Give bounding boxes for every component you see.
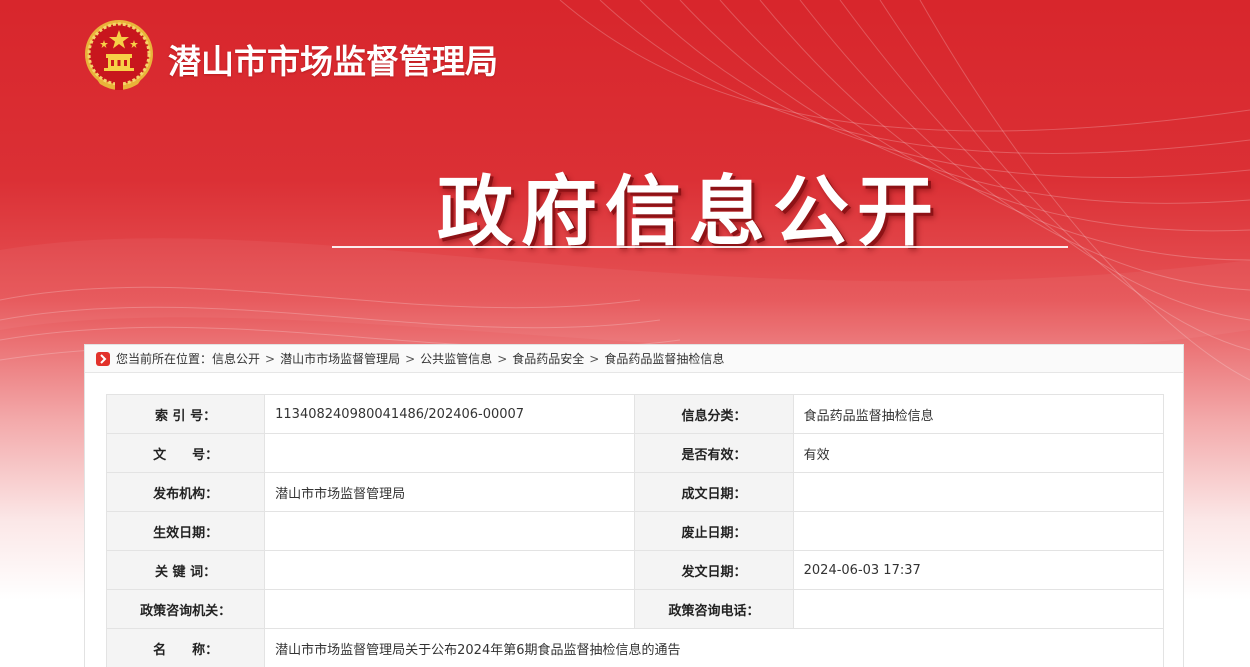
keywords-value [264,550,636,590]
content-panel: 您当前所在位置： 信息公开 > 潜山市市场监督管理局 > 公共监管信息 > 食品… [84,344,1184,667]
expiry-date-label: 废止日期： [634,511,794,551]
policy-consult-agency-value [264,589,636,629]
written-date-label: 成文日期： [634,472,794,512]
index-number-label: 索 引 号： [105,394,266,434]
document-name-label: 名 称： [105,628,266,667]
national-emblem-icon [82,18,156,94]
location-icon [96,351,110,366]
policy-consult-phone-label: 政策咨询电话： [634,589,794,629]
effective-date-label: 生效日期： [105,511,266,551]
breadcrumb-separator: > [405,351,416,366]
expiry-date-value [792,511,1165,551]
meta-row: 文 号： 是否有效： 有效 [105,433,1165,473]
meta-row: 生效日期： 废止日期： [105,511,1165,551]
breadcrumb-item-bureau[interactable]: 潜山市市场监督管理局 [280,350,400,367]
meta-row: 关 键 词： 发文日期： 2024-06-03 17:37 [105,550,1165,590]
document-name-value: 潜山市市场监督管理局关于公布2024年第6期食品监督抽检信息的通告 [264,628,1164,667]
publish-date-label: 发文日期： [634,550,794,590]
breadcrumb-separator: > [497,351,508,366]
breadcrumb-item-info-public[interactable]: 信息公开 [212,350,260,367]
breadcrumb-item-public-supervision[interactable]: 公共监管信息 [420,350,492,367]
hero-divider [332,246,1068,248]
breadcrumb-prefix: 您当前所在位置： [116,352,213,366]
site-title: 潜山市市场监督管理局 [168,42,498,81]
keywords-label: 关 键 词： [105,550,266,590]
info-category-label: 信息分类： [634,394,794,434]
meta-row: 索 引 号： 113408240980041486/202406-00007 信… [105,394,1165,434]
policy-consult-phone-value [792,589,1165,629]
publisher-value: 潜山市市场监督管理局 [264,472,636,512]
publisher-label: 发布机构： [105,472,266,512]
effective-date-value [264,511,636,551]
policy-consult-agency-label: 政策咨询机关： [105,589,266,629]
meta-row: 政策咨询机关： 政策咨询电话： [105,589,1165,629]
breadcrumb-item-food-drug-safety[interactable]: 食品药品安全 [512,350,584,367]
breadcrumb-separator: > [589,351,600,366]
meta-row: 名 称： 潜山市市场监督管理局关于公布2024年第6期食品监督抽检信息的通告 [105,628,1164,667]
document-number-label: 文 号： [105,433,266,473]
written-date-value [792,472,1165,512]
validity-label: 是否有效： [634,433,794,473]
index-number-value: 113408240980041486/202406-00007 [264,394,636,434]
validity-value: 有效 [792,433,1165,473]
info-category-value: 食品药品监督抽检信息 [792,394,1165,434]
breadcrumb-separator: > [265,351,276,366]
breadcrumb: 您当前所在位置： 信息公开 > 潜山市市场监督管理局 > 公共监管信息 > 食品… [85,345,1183,373]
document-meta-table: 索 引 号： 113408240980041486/202406-00007 信… [105,394,1165,667]
breadcrumb-item-sampling-info[interactable]: 食品药品监督抽检信息 [604,350,724,367]
hero-title: 政府信息公开 [437,167,941,256]
document-number-value [264,433,636,473]
publish-date-value: 2024-06-03 17:37 [792,550,1165,590]
meta-row: 发布机构： 潜山市市场监督管理局 成文日期： [105,472,1165,512]
